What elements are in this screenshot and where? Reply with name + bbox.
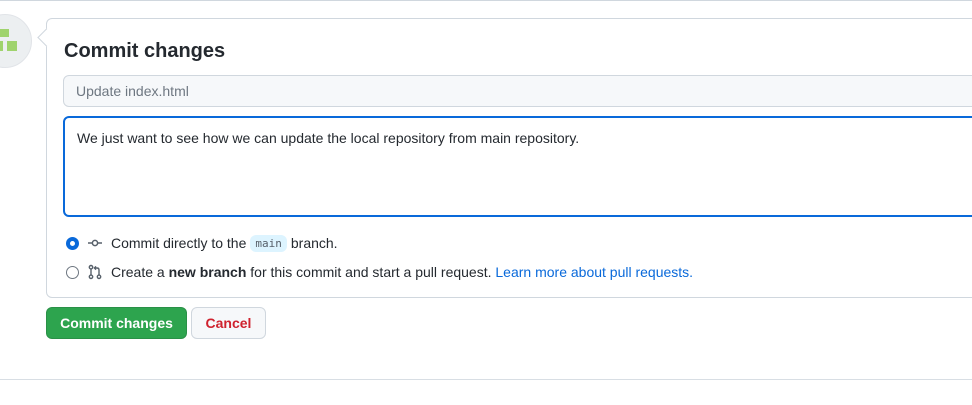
commit-description-textarea[interactable]: We just want to see how we can update th…	[63, 116, 972, 217]
commit-changes-button[interactable]: Commit changes	[46, 307, 187, 339]
identicon-block	[0, 29, 9, 37]
avatar	[0, 14, 32, 68]
git-pull-request-icon	[88, 264, 102, 280]
identicon-block	[7, 41, 17, 51]
learn-more-pull-requests-link[interactable]: Learn more about pull requests.	[495, 264, 693, 280]
new-branch-label-bold: new branch	[168, 264, 247, 280]
bottom-divider	[0, 379, 972, 380]
new-branch-label-after: for this commit and start a pull request…	[250, 264, 492, 280]
commit-direct-label-before: Commit directly to the	[111, 235, 247, 251]
new-branch-radio[interactable]	[66, 265, 79, 279]
commit-summary-input[interactable]	[63, 75, 972, 107]
commit-direct-radio[interactable]	[66, 236, 79, 250]
git-commit-icon	[88, 239, 102, 247]
branch-name: main	[250, 234, 287, 252]
commit-direct-option[interactable]: Commit directly to the main branch.	[66, 233, 338, 253]
new-branch-option[interactable]: Create a new branch for this commit and …	[66, 262, 693, 282]
commit-direct-label-after: branch.	[290, 235, 338, 251]
top-divider	[0, 0, 972, 1]
cancel-button[interactable]: Cancel	[191, 307, 266, 339]
new-branch-label-before: Create a	[111, 264, 165, 280]
identicon-block	[0, 41, 3, 51]
panel-title: Commit changes	[64, 40, 226, 62]
